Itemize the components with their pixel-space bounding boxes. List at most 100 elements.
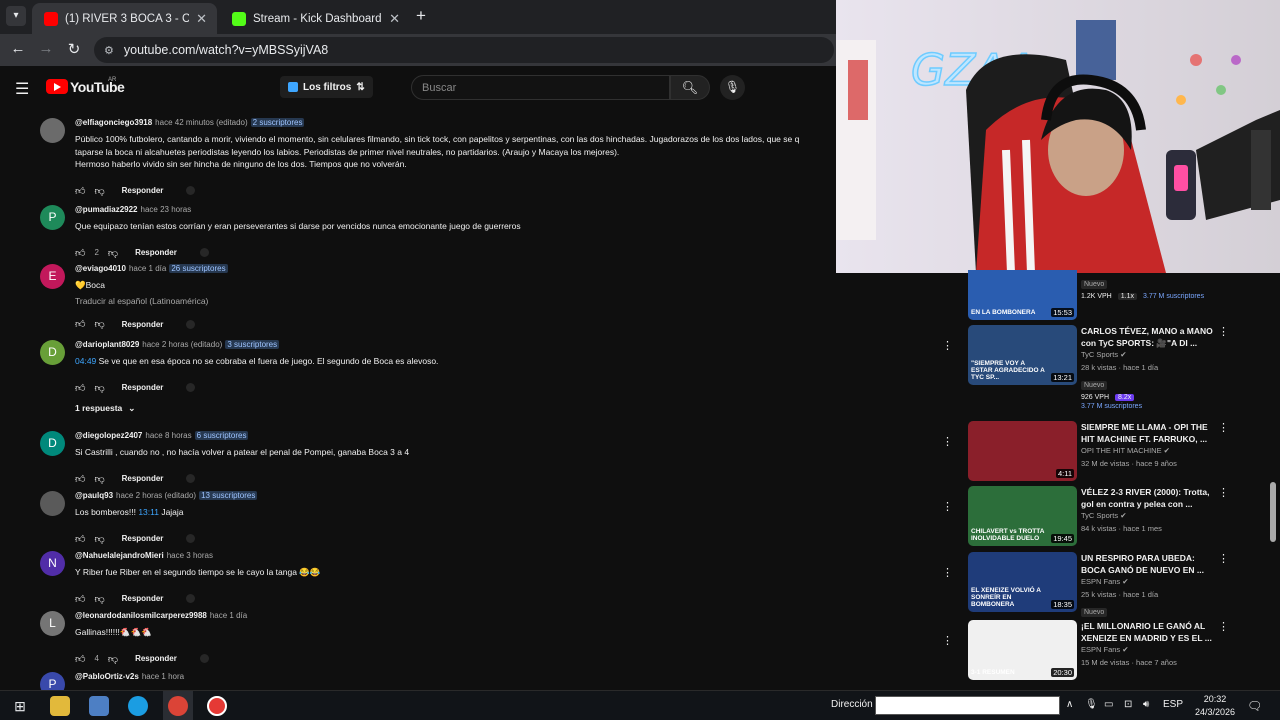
- windows-start-icon[interactable]: ⊞: [10, 696, 30, 716]
- comment-author[interactable]: @paulq93: [75, 491, 113, 500]
- comment-author[interactable]: @NahuelalejandroMieri: [75, 551, 164, 560]
- video-thumbnail[interactable]: EN LA BOMBONERA 15:53: [968, 270, 1077, 320]
- comment-time[interactable]: hace 23 horas: [141, 205, 192, 214]
- timestamp-link[interactable]: 04:49: [75, 356, 96, 366]
- avatar[interactable]: L: [40, 611, 65, 636]
- timestamp-link[interactable]: 13:11: [138, 507, 159, 517]
- reply-button[interactable]: Responder: [122, 594, 164, 603]
- reply-button[interactable]: Responder: [122, 534, 164, 543]
- file-explorer-icon[interactable]: [50, 696, 70, 716]
- related-video[interactable]: ⋮ 3-1 RESUMEN 20:30 ¡EL MILLONARIO LE GANÓ …: [940, 620, 1230, 685]
- close-tab-icon[interactable]: ✕: [389, 11, 400, 27]
- dislike-icon[interactable]: 👎︎: [94, 185, 104, 197]
- comment-author[interactable]: @PabloOrtiz-v2s: [75, 672, 139, 681]
- more-actions-icon[interactable]: ⋮: [942, 500, 953, 513]
- comment-author[interactable]: @darioplant8029: [75, 340, 139, 349]
- translate-link[interactable]: Traducir al español (Latinoamérica): [75, 295, 835, 308]
- more-actions-icon[interactable]: ⋮: [942, 566, 953, 579]
- tray-app-icon[interactable]: ▭: [1104, 699, 1113, 710]
- youtube-logo-icon[interactable]: [46, 79, 68, 94]
- search-input[interactable]: [412, 76, 669, 99]
- tray-chevron-icon[interactable]: ∧: [1066, 699, 1073, 710]
- like-icon[interactable]: 👍︎: [75, 593, 85, 605]
- volume-icon[interactable]: 🔊︎: [1143, 699, 1149, 710]
- video-title[interactable]: ¡EL MILLONARIO LE GANÓ AL XENEIZE EN MAD…: [1081, 620, 1216, 644]
- video-title[interactable]: UN RESPIRO PARA UBEDA: BOCA GANÓ DE NUEV…: [1081, 552, 1216, 576]
- scrollbar-thumb[interactable]: [1270, 482, 1276, 542]
- channel-name[interactable]: TyC Sports ✔: [1081, 349, 1216, 362]
- obs-icon[interactable]: [207, 696, 227, 716]
- tab-search-icon[interactable]: ▾: [6, 6, 26, 26]
- avatar[interactable]: D: [40, 431, 65, 456]
- replies-toggle[interactable]: 1 respuesta ⌄: [75, 403, 135, 414]
- comment-time[interactable]: hace 8 horas: [145, 431, 191, 440]
- more-actions-icon[interactable]: ⋮: [942, 634, 953, 647]
- avatar[interactable]: [40, 491, 65, 516]
- related-video[interactable]: ⋮ EL XENEIZE VOLVIÓ A SONREÍR EN BOMBONER…: [940, 552, 1230, 617]
- comment-author[interactable]: @leonardodanilosmilcarperez9988: [75, 611, 207, 620]
- video-menu-icon[interactable]: ⋮: [1218, 552, 1229, 565]
- dislike-icon[interactable]: 👎︎: [94, 318, 104, 330]
- dislike-icon[interactable]: 👎︎: [94, 382, 104, 394]
- search-box[interactable]: [411, 75, 670, 100]
- tab-kick-dashboard[interactable]: Stream - Kick Dashboard ✕: [220, 3, 410, 34]
- comment-time[interactable]: hace 2 horas (editado): [142, 340, 222, 349]
- reply-button[interactable]: Responder: [122, 320, 164, 329]
- avatar[interactable]: E: [40, 264, 65, 289]
- comment-time[interactable]: hace 1 hora: [142, 672, 184, 681]
- dislike-icon[interactable]: 👎︎: [94, 473, 104, 485]
- video-thumbnail[interactable]: 4:11: [968, 421, 1077, 481]
- address-toolbar-input[interactable]: [875, 696, 1060, 715]
- more-actions-icon[interactable]: ⋮: [942, 435, 953, 448]
- like-icon[interactable]: 👍︎: [75, 185, 85, 197]
- app-icon[interactable]: [89, 696, 109, 716]
- clock[interactable]: 20:32 24/3/2026: [1193, 693, 1237, 719]
- menu-icon[interactable]: ☰: [15, 79, 29, 99]
- tab-youtube[interactable]: (1) RIVER 3 BOCA 3 - CLAUSUR... ✕: [32, 3, 217, 34]
- comment-time[interactable]: hace 1 día: [129, 264, 166, 273]
- video-title[interactable]: SIEMPRE ME LLAMA - OPI THE HIT MACHINE F…: [1081, 421, 1216, 445]
- reply-button[interactable]: Responder: [135, 248, 177, 257]
- dislike-icon[interactable]: 👎︎: [108, 653, 118, 665]
- like-icon[interactable]: 👍︎: [75, 247, 85, 259]
- notifications-icon[interactable]: 🗨︎: [1247, 699, 1262, 713]
- chrome-icon[interactable]: [168, 696, 188, 716]
- dislike-icon[interactable]: 👎︎: [108, 247, 118, 259]
- reply-button[interactable]: Responder: [122, 383, 164, 392]
- video-menu-icon[interactable]: ⋮: [1218, 620, 1229, 633]
- video-thumbnail[interactable]: CHILAVERT vs TROTTA INOLVIDABLE DUELO 19:…: [968, 486, 1077, 546]
- forward-icon[interactable]: →: [36, 40, 56, 57]
- dislike-icon[interactable]: 👎︎: [94, 593, 104, 605]
- comment-author[interactable]: @pumadiaz2922: [75, 205, 138, 214]
- avatar[interactable]: P: [40, 205, 65, 230]
- video-title[interactable]: VÉLEZ 2-3 RIVER (2000): Trotta, gol en c…: [1081, 486, 1216, 510]
- video-menu-icon[interactable]: ⋮: [1218, 325, 1229, 338]
- video-thumbnail[interactable]: EL XENEIZE VOLVIÓ A SONREÍR EN BOMBONERA…: [968, 552, 1077, 612]
- voice-search-button[interactable]: 🎙︎: [720, 75, 745, 100]
- site-info-icon[interactable]: ⚙: [104, 44, 114, 57]
- scrollbar[interactable]: [1268, 270, 1278, 685]
- like-icon[interactable]: 👍︎: [75, 382, 85, 394]
- avatar[interactable]: D: [40, 340, 65, 365]
- dislike-icon[interactable]: 👎︎: [94, 533, 104, 545]
- comment-author[interactable]: @eviago4010: [75, 264, 126, 273]
- like-icon[interactable]: 👍︎: [75, 473, 85, 485]
- related-video[interactable]: ⋮ CHILAVERT vs TROTTA INOLVIDABLE DUELO 19…: [940, 486, 1230, 551]
- address-bar[interactable]: ⚙ youtube.com/watch?v=yMBSSyijVA8: [94, 37, 834, 63]
- video-thumbnail[interactable]: "SIEMPRE VOY A ESTAR AGRADECIDO A TYC SP…: [968, 325, 1077, 385]
- like-icon[interactable]: 👍︎: [75, 318, 85, 330]
- comment-time[interactable]: hace 1 día: [210, 611, 247, 620]
- comment-author[interactable]: @diegolopez2407: [75, 431, 142, 440]
- reload-icon[interactable]: ↻: [64, 40, 84, 58]
- edge-icon[interactable]: [128, 696, 148, 716]
- video-thumbnail[interactable]: 3-1 RESUMEN 20:30: [968, 620, 1077, 680]
- channel-name[interactable]: ESPN Fans ✔: [1081, 576, 1216, 589]
- related-video[interactable]: EN LA BOMBONERA 15:53 10 k vistas · hace 1…: [940, 270, 1230, 325]
- comment-author[interactable]: @elfiagonciego3918: [75, 118, 152, 127]
- comment-time[interactable]: hace 2 horas (editado): [116, 491, 196, 500]
- comment-time[interactable]: hace 42 minutos (editado): [155, 118, 248, 127]
- comment-time[interactable]: hace 3 horas: [167, 551, 213, 560]
- avatar[interactable]: N: [40, 551, 65, 576]
- related-video[interactable]: ⋮ "SIEMPRE VOY A ESTAR AGRADECIDO A TYC S…: [940, 325, 1230, 410]
- filters-button[interactable]: Los filtros ⇅: [280, 76, 373, 98]
